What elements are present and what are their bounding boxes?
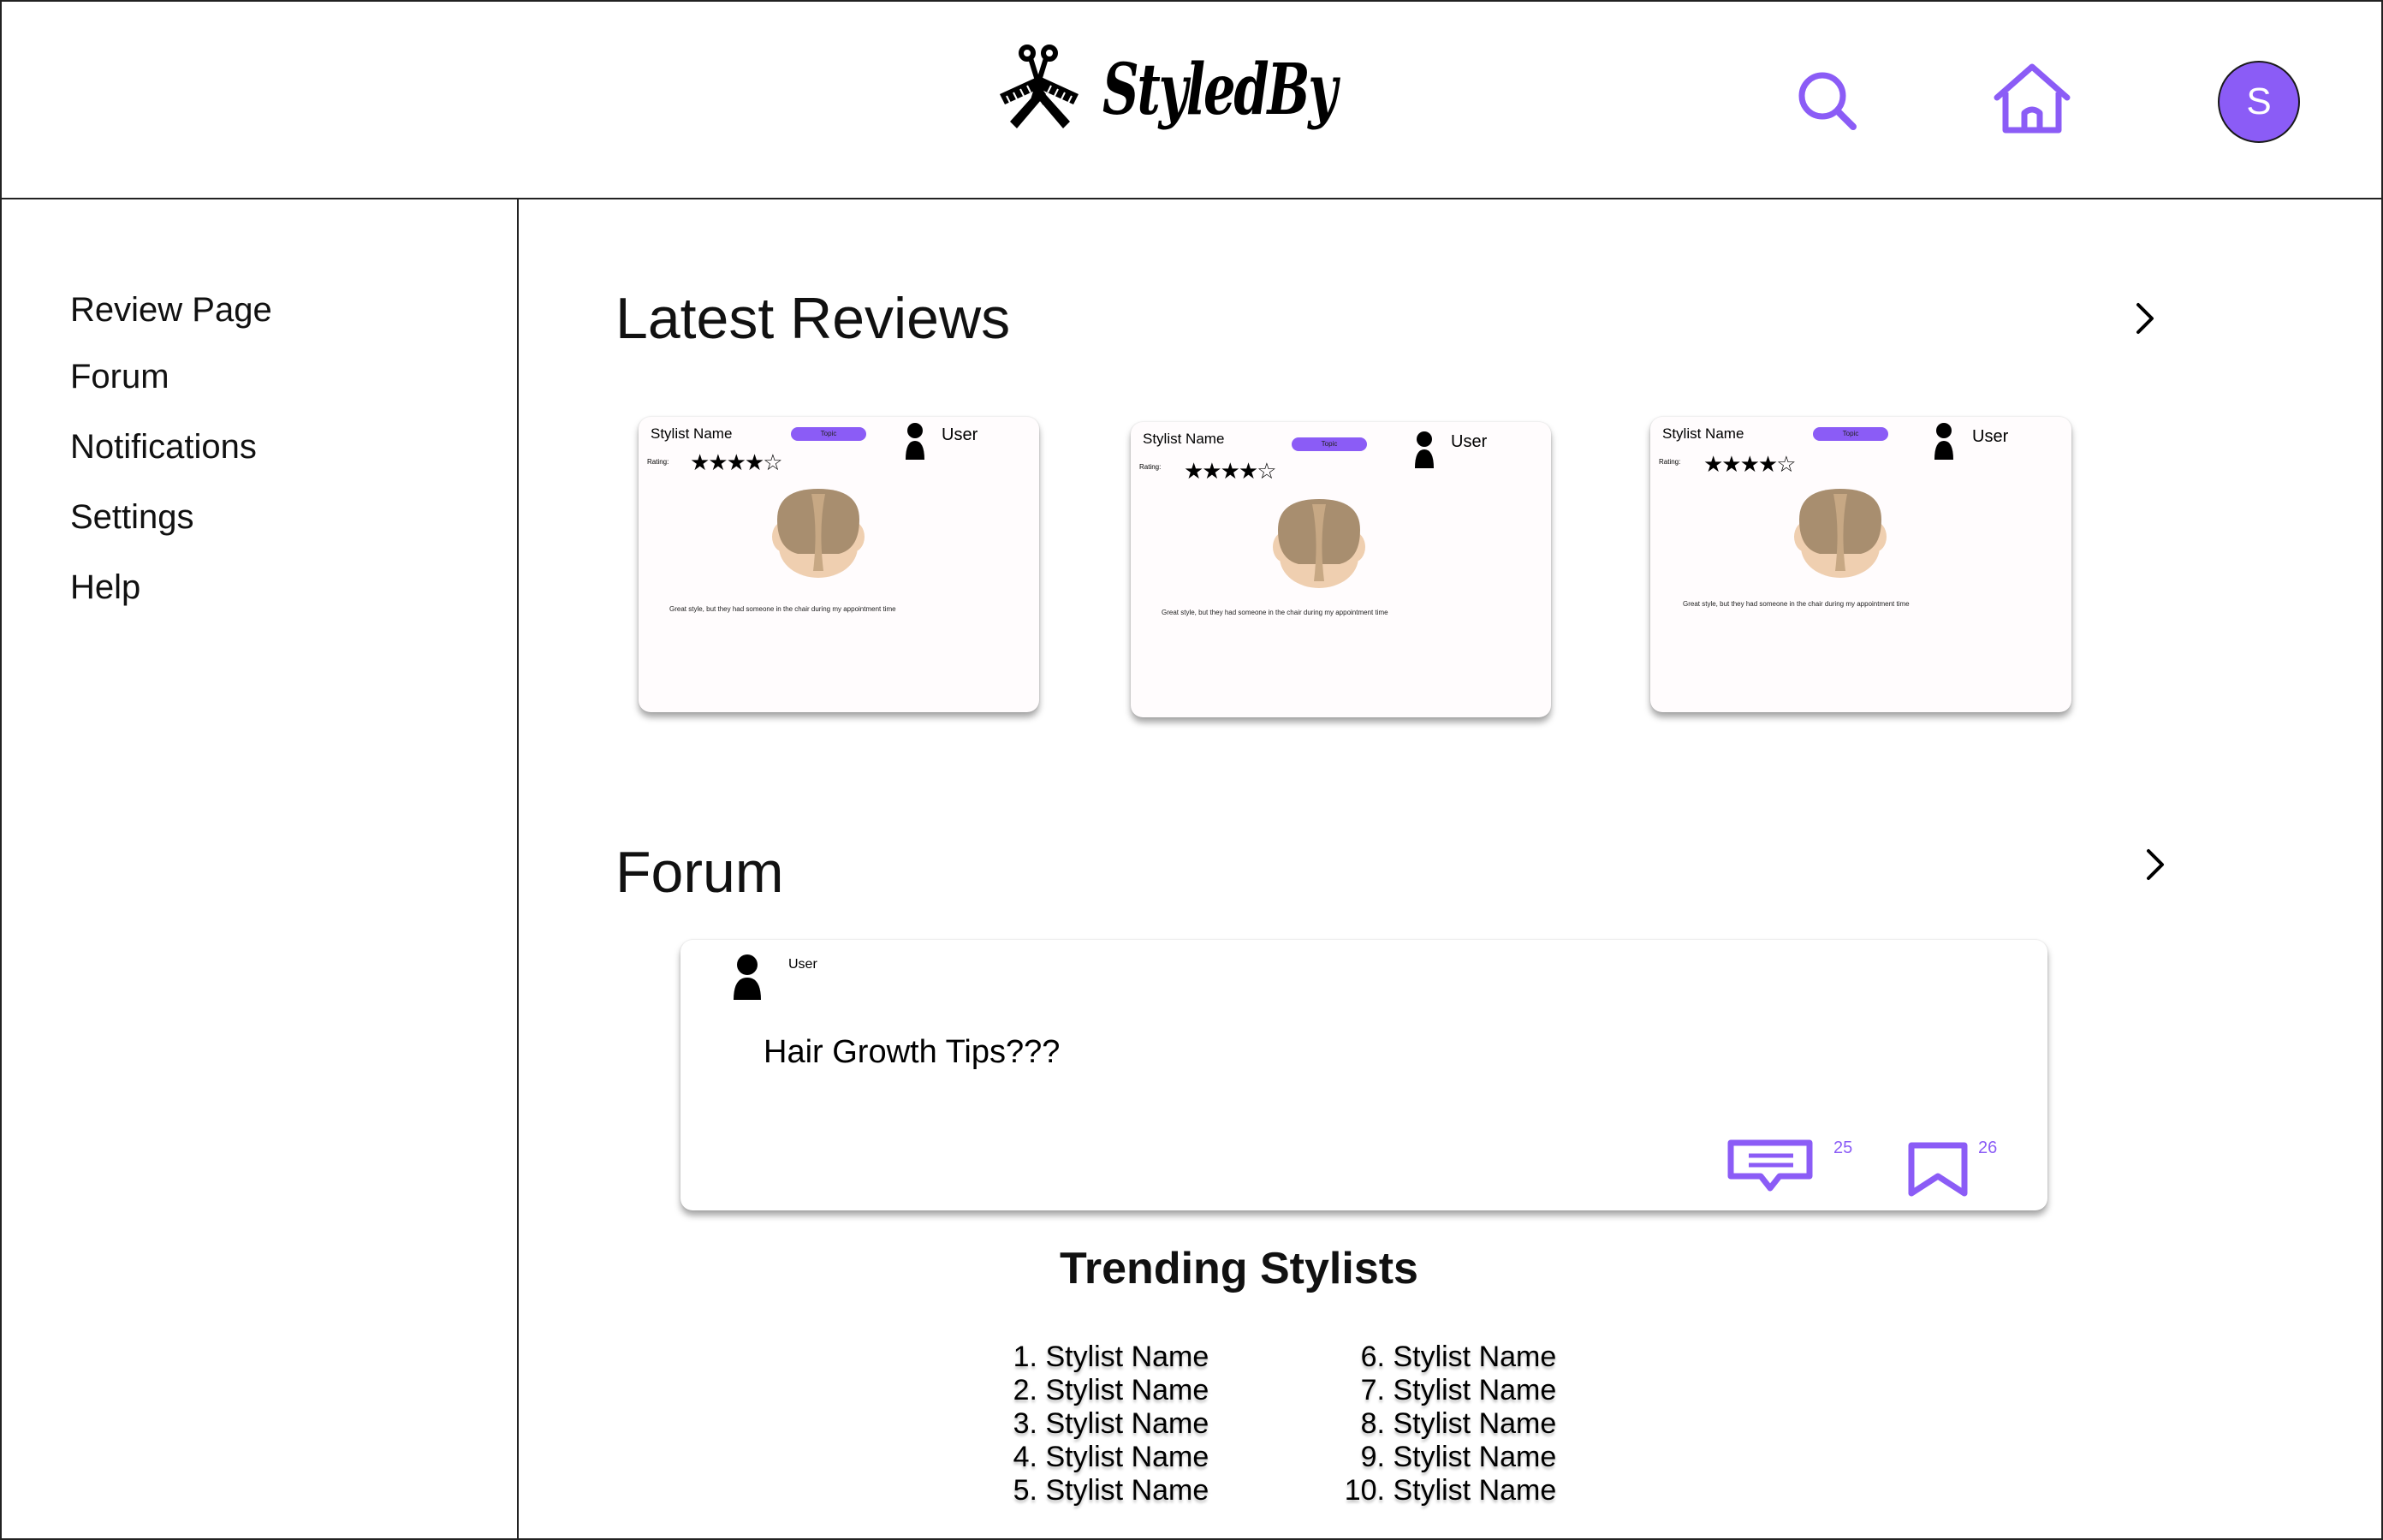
user-icon — [1415, 431, 1434, 468]
bookmark-count: 26 — [1978, 1139, 1998, 1157]
trending-item[interactable]: 3. Stylist Name — [1003, 1407, 1209, 1441]
trending-item[interactable]: 10. Stylist Name — [1344, 1474, 1557, 1507]
review-card[interactable]: Stylist Name Topic User Rating: ★★★★☆ Gr… — [1131, 422, 1551, 717]
trending-item[interactable]: 2. Stylist Name — [1003, 1374, 1209, 1407]
brand-logo[interactable]: StyledBy — [993, 34, 1426, 146]
sidebar-item-forum[interactable]: Forum — [70, 358, 169, 396]
forum-post-title[interactable]: Hair Growth Tips??? — [764, 1034, 1060, 1071]
review-stylist-name[interactable]: Stylist Name — [1143, 431, 1224, 448]
comment-count: 25 — [1833, 1139, 1853, 1157]
review-card[interactable]: Stylist Name Topic User Rating: ★★★★☆ Gr… — [639, 417, 1039, 712]
home-icon[interactable] — [1990, 62, 2074, 137]
rating-label: Rating: — [1139, 463, 1162, 471]
trending-item[interactable]: 5. Stylist Name — [1003, 1474, 1209, 1507]
top-header: StyledBy S — [0, 0, 2383, 199]
forum-title: Forum — [615, 840, 784, 905]
trending-item[interactable]: 6. Stylist Name — [1344, 1341, 1557, 1374]
trending-list-right: 6. Stylist Name 7. Stylist Name 8. Styli… — [1344, 1341, 1557, 1507]
review-text: Great style, but they had someone in the… — [1162, 609, 1388, 616]
forum-post-user[interactable]: User — [788, 957, 817, 972]
star-rating: ★★★★☆ — [1184, 458, 1277, 484]
sidebar-nav: Review Page Forum Notifications Settings… — [0, 199, 519, 1540]
rating-label: Rating: — [647, 458, 669, 466]
review-card[interactable]: Stylist Name Topic User Rating: ★★★★☆ Gr… — [1650, 417, 2071, 712]
forum-chevron-right-icon[interactable] — [2142, 847, 2167, 882]
trending-item[interactable]: 7. Stylist Name — [1344, 1374, 1557, 1407]
review-topic-tag[interactable]: Topic — [1813, 427, 1888, 441]
hairstyle-photo — [772, 489, 865, 578]
star-rating: ★★★★☆ — [1703, 451, 1797, 477]
review-text: Great style, but they had someone in the… — [1683, 600, 1910, 608]
star-rating: ★★★★☆ — [690, 449, 783, 475]
review-stylist-name[interactable]: Stylist Name — [651, 425, 732, 443]
review-user-name[interactable]: User — [942, 425, 978, 445]
user-icon — [734, 954, 761, 1000]
hairstyle-photo — [1794, 489, 1887, 578]
trending-item[interactable]: 1. Stylist Name — [1003, 1341, 1209, 1374]
user-icon — [1934, 423, 1953, 460]
trending-item[interactable]: 9. Stylist Name — [1344, 1441, 1557, 1474]
sidebar-item-settings[interactable]: Settings — [70, 498, 194, 537]
hairstyle-photo — [1273, 499, 1365, 588]
user-avatar[interactable]: S — [2218, 61, 2300, 143]
brand-name: StyledBy — [1102, 49, 1338, 131]
scissors-comb-logo-icon — [1000, 45, 1079, 128]
latest-reviews-title: Latest Reviews — [615, 286, 1011, 351]
review-stylist-name[interactable]: Stylist Name — [1662, 425, 1744, 443]
bookmark-icon[interactable] — [1906, 1142, 1970, 1197]
trending-list-left: 1. Stylist Name 2. Stylist Name 3. Styli… — [1003, 1341, 1209, 1507]
review-topic-tag[interactable]: Topic — [1292, 437, 1367, 451]
review-user-name[interactable]: User — [1972, 427, 2008, 447]
search-icon[interactable] — [1793, 67, 1860, 134]
trending-stylists-title: Trending Stylists — [1060, 1244, 1418, 1293]
sidebar-item-review-page[interactable]: Review Page — [70, 291, 272, 330]
review-topic-tag[interactable]: Topic — [791, 427, 866, 441]
forum-post-card[interactable]: User Hair Growth Tips??? 25 26 — [680, 940, 2047, 1210]
sidebar-item-help[interactable]: Help — [70, 568, 140, 607]
review-text: Great style, but they had someone in the… — [669, 605, 896, 613]
review-user-name[interactable]: User — [1451, 432, 1487, 452]
reviews-chevron-right-icon[interactable] — [2131, 301, 2157, 336]
comment-icon[interactable] — [1726, 1139, 1814, 1193]
sidebar-item-notifications[interactable]: Notifications — [70, 428, 257, 467]
rating-label: Rating: — [1659, 458, 1681, 466]
user-icon — [906, 423, 924, 460]
trending-item[interactable]: 4. Stylist Name — [1003, 1441, 1209, 1474]
trending-item[interactable]: 8. Stylist Name — [1344, 1407, 1557, 1441]
